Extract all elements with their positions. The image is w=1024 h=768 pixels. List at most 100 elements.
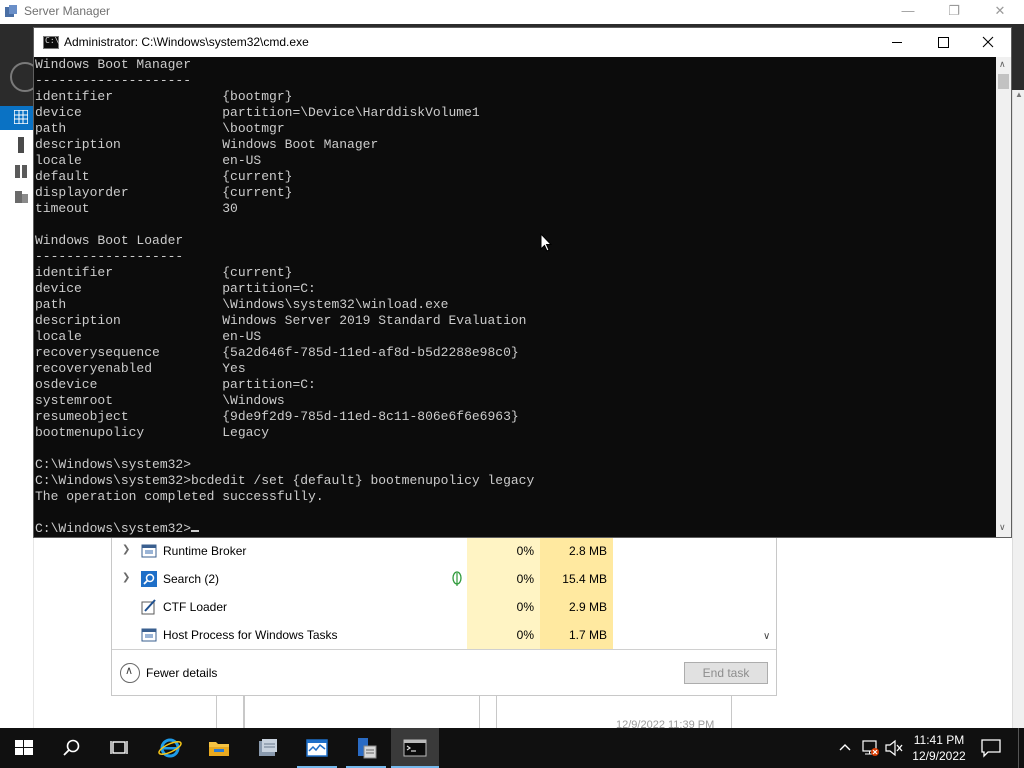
tile bbox=[244, 695, 480, 728]
console-line: C:\Windows\system32>bcdedit /set {defaul… bbox=[35, 473, 535, 488]
scroll-up-icon[interactable]: ▲ bbox=[1015, 90, 1023, 99]
console-line: identifier {current} bbox=[35, 265, 293, 280]
console-line: The operation completed successfully. bbox=[35, 489, 324, 504]
nav-local-server[interactable] bbox=[0, 133, 34, 157]
cmd-minimize-button[interactable] bbox=[874, 28, 920, 57]
server-manager-tiles: 12/9/2022 11:39 PM bbox=[216, 695, 736, 731]
collapse-chevron-icon[interactable]: ∧ bbox=[120, 663, 140, 683]
show-desktop-button[interactable] bbox=[1018, 728, 1024, 768]
cmd-maximize-button[interactable] bbox=[920, 28, 966, 57]
task-view-button[interactable] bbox=[96, 728, 144, 768]
cmd-close-button[interactable] bbox=[965, 28, 1011, 57]
process-name: Host Process for Windows Tasks bbox=[163, 628, 338, 642]
server-manager-logo-icon bbox=[5, 5, 17, 17]
app-window-icon bbox=[141, 628, 157, 642]
process-list: ❯ Runtime Broker 0% 2.8 MB ❯ Search (2) … bbox=[112, 537, 776, 649]
taskbar-clock[interactable]: 11:41 PM 12/9/2022 bbox=[906, 731, 972, 765]
server-icon bbox=[18, 137, 24, 153]
volume-muted-icon[interactable] bbox=[884, 738, 904, 758]
process-memory: 15.4 MB bbox=[540, 565, 613, 593]
start-icon bbox=[15, 740, 33, 755]
restore-button[interactable]: ❐ bbox=[931, 0, 977, 24]
file-explorer-icon bbox=[209, 742, 229, 756]
task-manager-button[interactable] bbox=[293, 728, 341, 768]
process-memory: 1.7 MB bbox=[540, 621, 613, 649]
server-manager-icon bbox=[259, 739, 277, 756]
process-cpu: 0% bbox=[467, 621, 540, 649]
close-button[interactable]: ✕ bbox=[977, 0, 1023, 24]
server-manager-title: Server Manager bbox=[24, 4, 111, 18]
console-text: Windows Boot Manager --------------------… bbox=[35, 57, 995, 537]
file-server-button[interactable] bbox=[342, 728, 390, 768]
process-row[interactable]: CTF Loader 0% 2.9 MB bbox=[112, 593, 776, 621]
process-name: CTF Loader bbox=[163, 600, 228, 614]
process-row[interactable]: Host Process for Windows Tasks 0% 1.7 MB bbox=[112, 621, 776, 649]
minimize-button[interactable]: — bbox=[885, 0, 931, 24]
nav-file-storage[interactable] bbox=[0, 185, 34, 209]
console-line: locale en-US bbox=[35, 329, 262, 344]
console-line: timeout 30 bbox=[35, 201, 238, 216]
show-hidden-icons-chevron-icon[interactable] bbox=[838, 740, 852, 756]
console-line: resumeobject {9de9f2d9-785d-11ed-8c11-80… bbox=[35, 409, 519, 424]
start-button[interactable] bbox=[0, 728, 48, 768]
cmd-window: C:\ Administrator: C:\Windows\system32\c… bbox=[33, 27, 1012, 538]
end-task-button[interactable]: End task bbox=[684, 662, 768, 684]
process-row[interactable]: ❯ Search (2) 0% 15.4 MB bbox=[112, 565, 776, 593]
server-manager-nav bbox=[0, 106, 34, 728]
console-line: C:\Windows\system32> bbox=[35, 457, 192, 472]
process-cpu: 0% bbox=[467, 565, 540, 593]
internet-explorer-icon bbox=[158, 738, 182, 758]
console-line: ------------------- bbox=[35, 249, 184, 264]
console-line: osdevice partition=C: bbox=[35, 377, 316, 392]
console-output[interactable]: Windows Boot Manager --------------------… bbox=[34, 57, 996, 537]
cmd-titlebar[interactable]: C:\ Administrator: C:\Windows\system32\c… bbox=[34, 28, 1011, 57]
console-line: Windows Boot Loader bbox=[35, 233, 184, 248]
text-cursor bbox=[191, 530, 200, 532]
search-icon bbox=[141, 571, 157, 587]
process-name: Runtime Broker bbox=[163, 544, 247, 558]
action-center-icon[interactable] bbox=[980, 738, 1002, 758]
process-row[interactable]: ❯ Runtime Broker 0% 2.8 MB bbox=[112, 537, 776, 565]
dashboard-icon bbox=[14, 110, 28, 124]
nav-dashboard[interactable] bbox=[0, 106, 34, 130]
leaf-icon bbox=[452, 571, 462, 586]
file-explorer-button[interactable] bbox=[195, 728, 243, 768]
expand-chevron-icon[interactable]: ❯ bbox=[122, 572, 130, 583]
console-line: locale en-US bbox=[35, 153, 262, 168]
network-disconnected-icon[interactable] bbox=[860, 738, 880, 758]
cmd-taskbar-button[interactable] bbox=[391, 728, 439, 768]
console-line: description Windows Boot Manager bbox=[35, 137, 379, 152]
server-manager-scrollbar[interactable]: ▲ bbox=[1012, 90, 1024, 728]
file-storage-icon bbox=[15, 191, 28, 203]
pen-icon bbox=[141, 599, 156, 615]
process-memory: 2.9 MB bbox=[540, 593, 613, 621]
console-line: systemroot \Windows bbox=[35, 393, 285, 408]
tile-edge bbox=[216, 695, 244, 728]
console-line: bootmenupolicy Legacy bbox=[35, 425, 270, 440]
expand-chevron-icon[interactable]: ❯ bbox=[122, 544, 130, 555]
server-manager-button[interactable] bbox=[244, 728, 292, 768]
console-line: recoverysequence {5a2d646f-785d-11ed-af8… bbox=[35, 345, 519, 360]
console-line: default {current} bbox=[35, 169, 293, 184]
scroll-up-icon[interactable]: ∧ bbox=[999, 59, 1006, 70]
scrollbar-thumb[interactable] bbox=[998, 74, 1009, 89]
process-memory: 2.8 MB bbox=[540, 537, 613, 565]
file-server-icon bbox=[358, 738, 377, 759]
clock-date: 12/9/2022 bbox=[912, 749, 966, 763]
console-line: Windows Boot Manager bbox=[35, 57, 192, 72]
clock-time: 11:41 PM bbox=[913, 733, 965, 747]
mouse-pointer-icon bbox=[540, 233, 552, 252]
search-button[interactable] bbox=[48, 728, 96, 768]
nav-all-servers[interactable] bbox=[0, 159, 34, 183]
task-manager-footer: ∧ Fewer details End task bbox=[112, 649, 776, 695]
cmd-scrollbar[interactable]: ∧ ∨ bbox=[996, 57, 1011, 537]
internet-explorer-button[interactable] bbox=[146, 728, 194, 768]
scroll-down-icon[interactable]: ∨ bbox=[999, 522, 1006, 533]
process-list-scrollbar[interactable]: ∨ bbox=[760, 537, 776, 649]
console-line: displayorder {current} bbox=[35, 185, 293, 200]
cmd-icon bbox=[403, 739, 427, 757]
process-cpu: 0% bbox=[467, 537, 540, 565]
scroll-down-icon[interactable]: ∨ bbox=[763, 631, 770, 642]
fewer-details-link[interactable]: Fewer details bbox=[146, 666, 217, 680]
